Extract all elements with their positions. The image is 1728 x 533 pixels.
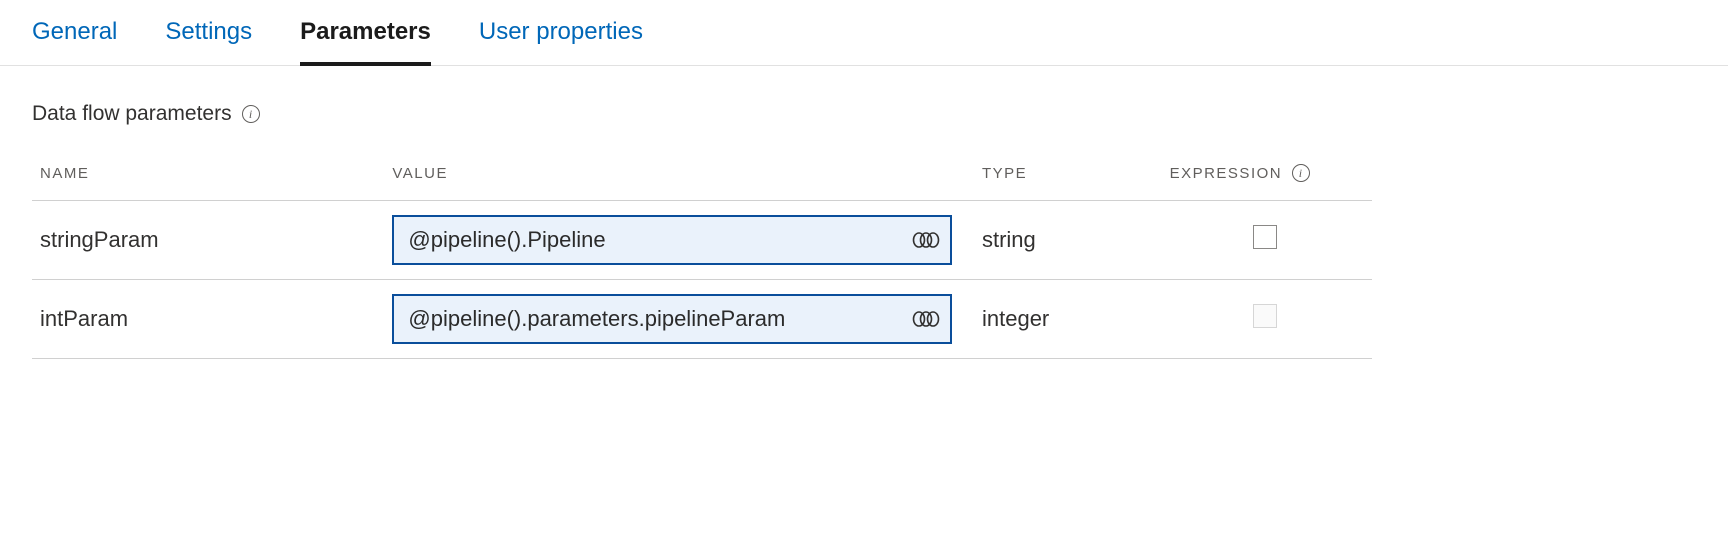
param-name: intParam: [32, 280, 380, 359]
tab-settings[interactable]: Settings: [165, 18, 252, 66]
value-input[interactable]: @pipeline().parameters.pipelineParam: [392, 294, 952, 344]
info-icon[interactable]: i: [1292, 164, 1310, 182]
dynamic-content-icon[interactable]: [912, 310, 940, 328]
column-header-name: NAME: [32, 154, 380, 201]
value-text: @pipeline().parameters.pipelineParam: [408, 306, 906, 332]
tab-parameters[interactable]: Parameters: [300, 18, 431, 66]
tab-user-properties[interactable]: User properties: [479, 18, 643, 66]
param-type: string: [970, 201, 1158, 280]
column-header-expression: EXPRESSION i: [1158, 154, 1372, 201]
parameters-panel: Data flow parameters i NAME VALUE TYPE E…: [0, 66, 1728, 395]
param-name: stringParam: [32, 201, 380, 280]
expression-checkbox: [1253, 304, 1277, 328]
expression-checkbox[interactable]: [1253, 225, 1277, 249]
tab-bar: General Settings Parameters User propert…: [0, 0, 1728, 66]
tab-general[interactable]: General: [32, 18, 117, 66]
parameters-table: NAME VALUE TYPE EXPRESSION i stringParam…: [32, 154, 1372, 359]
value-input[interactable]: @pipeline().Pipeline: [392, 215, 952, 265]
column-header-type: TYPE: [970, 154, 1158, 201]
section-title-text: Data flow parameters: [32, 102, 232, 126]
section-title: Data flow parameters i: [32, 102, 1696, 126]
value-text: @pipeline().Pipeline: [408, 227, 906, 253]
info-icon[interactable]: i: [242, 105, 260, 123]
dynamic-content-icon[interactable]: [912, 231, 940, 249]
param-type: integer: [970, 280, 1158, 359]
table-row: stringParam @pipeline().Pipeline: [32, 201, 1372, 280]
column-header-value: VALUE: [380, 154, 970, 201]
table-row: intParam @pipeline().parameters.pipeline…: [32, 280, 1372, 359]
column-header-expression-text: EXPRESSION: [1170, 165, 1283, 182]
